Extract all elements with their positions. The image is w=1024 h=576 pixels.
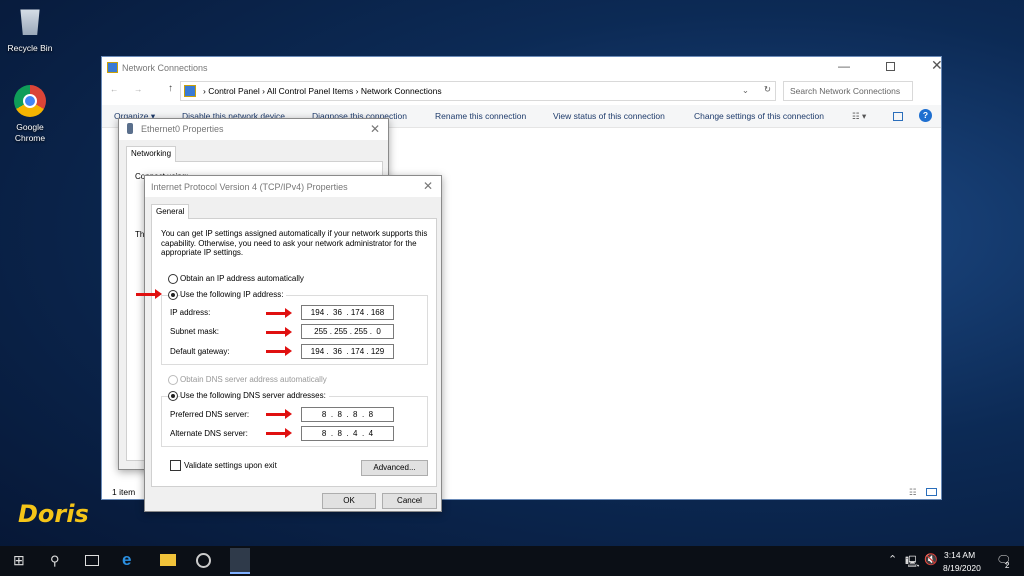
alternate-dns-field[interactable]: 8 . 8 . 4 . 4	[301, 426, 394, 441]
obtain-dns-radio	[168, 375, 178, 385]
performance-icon[interactable]	[196, 553, 211, 568]
task-view-icon[interactable]	[85, 555, 99, 566]
tab-networking[interactable]: Networking	[126, 146, 177, 162]
up-button[interactable]: ↑	[168, 83, 173, 94]
clock-date[interactable]: 8/19/2020	[943, 563, 981, 573]
preferred-dns-field[interactable]: 8 . 8 . 8 . 8	[301, 407, 394, 422]
red-arrow-icon	[136, 289, 162, 299]
ipv4-dialog-title: Internet Protocol Version 4 (TCP/IPv4) P…	[151, 182, 348, 192]
ethernet-dialog-title: Ethernet0 Properties	[141, 124, 224, 134]
obtain-ip-label: Obtain an IP address automatically	[180, 274, 304, 283]
close-button[interactable]: ✕	[931, 57, 943, 74]
help-icon[interactable]: ?	[919, 109, 932, 122]
cancel-button[interactable]: Cancel	[382, 493, 437, 509]
ipv4-properties-dialog: Internet Protocol Version 4 (TCP/IPv4) P…	[144, 175, 442, 512]
ipv4-close-button[interactable]: ✕	[423, 179, 433, 193]
advanced-button[interactable]: Advanced...	[361, 460, 428, 476]
chrome-icon	[14, 85, 46, 117]
recycle-bin-icon	[20, 9, 40, 35]
view-options-icon[interactable]: ☷ ▾	[852, 111, 866, 122]
status-bar-text: 1 item	[112, 487, 136, 497]
subnet-mask-field[interactable]: 255 . 255 . 255 . 0	[301, 324, 394, 339]
minimize-button[interactable]: —	[838, 59, 850, 73]
doris-logo: Doris	[18, 500, 89, 528]
ethernet-close-button[interactable]: ✕	[370, 122, 380, 136]
volume-muted-icon[interactable]: 🔇	[924, 553, 938, 566]
chrome-label: Google Chrome	[14, 122, 46, 143]
use-dns-label: Use the following DNS server addresses:	[180, 391, 329, 400]
validate-label: Validate settings upon exit	[184, 461, 277, 470]
red-arrow-icon	[266, 308, 292, 318]
red-arrow-icon	[266, 409, 292, 419]
forward-button[interactable]: →	[134, 84, 143, 94]
obtain-dns-label: Obtain DNS server address automatically	[180, 375, 327, 384]
tab-general[interactable]: General	[151, 204, 190, 219]
file-explorer-icon[interactable]	[160, 554, 176, 566]
network-tray-icon[interactable]: 🖳	[905, 553, 920, 572]
notification-count: 2	[1005, 561, 1010, 570]
use-ip-label: Use the following IP address:	[180, 290, 287, 299]
recycle-bin-label: Recycle Bin	[7, 43, 53, 53]
breadcrumb-control-panel[interactable]: Control Panel	[208, 86, 260, 96]
this-connection-label: Th	[135, 230, 145, 239]
network-icon	[107, 62, 118, 73]
refresh-button[interactable]: ↻	[764, 84, 771, 95]
alternate-dns-label: Alternate DNS server:	[170, 429, 248, 438]
window-title: Network Connections	[122, 63, 208, 73]
search-input[interactable]: Search Network Connections	[783, 81, 913, 101]
use-dns-radio[interactable]	[168, 391, 178, 401]
preferred-dns-label: Preferred DNS server:	[170, 410, 250, 419]
back-button[interactable]: ←	[110, 84, 119, 94]
obtain-ip-radio[interactable]	[168, 274, 178, 284]
chrome-shortcut[interactable]: Google Chrome	[0, 85, 60, 144]
address-bar[interactable]: › Control Panel › All Control Panel Item…	[180, 81, 776, 101]
dropdown-icon[interactable]: ⌄	[742, 85, 749, 96]
gateway-label: Default gateway:	[170, 347, 230, 356]
ethernet-icon	[127, 123, 133, 134]
subnet-mask-label: Subnet mask:	[170, 327, 219, 336]
gateway-field[interactable]: 194 . 36 . 174 . 129	[301, 344, 394, 359]
start-button[interactable]: ⊞	[13, 552, 25, 569]
use-ip-radio[interactable]	[168, 290, 178, 300]
taskbar: ⊞ ⚲ e ⌃ 🖳 🔇 3:14 AM 8/19/2020 🗨 2	[0, 546, 1024, 576]
ip-address-field[interactable]: 194 . 36 . 174 . 168	[301, 305, 394, 320]
breadcrumb-all-items[interactable]: All Control Panel Items	[267, 86, 353, 96]
details-view-icon[interactable]: ☷	[909, 487, 917, 498]
validate-checkbox[interactable]	[170, 460, 181, 471]
recycle-bin[interactable]: Recycle Bin	[0, 5, 60, 53]
tiles-view-icon[interactable]	[926, 488, 937, 496]
rename-button[interactable]: Rename this connection	[435, 111, 526, 121]
clock-time[interactable]: 3:14 AM	[944, 550, 975, 560]
show-hidden-icons[interactable]: ⌃	[888, 553, 897, 566]
red-arrow-icon	[266, 346, 292, 356]
ip-address-label: IP address:	[170, 308, 211, 317]
red-arrow-icon	[266, 428, 292, 438]
view-status-button[interactable]: View status of this connection	[553, 111, 665, 121]
description-text: You can get IP settings assigned automat…	[161, 229, 428, 257]
control-panel-icon	[184, 85, 196, 97]
ok-button[interactable]: OK	[322, 493, 376, 509]
network-connections-task-icon[interactable]	[230, 548, 250, 574]
maximize-button[interactable]	[886, 62, 895, 71]
edge-icon[interactable]: e	[122, 550, 131, 570]
change-settings-button[interactable]: Change settings of this connection	[694, 111, 824, 121]
red-arrow-icon	[266, 327, 292, 337]
preview-pane-icon[interactable]	[893, 112, 903, 121]
search-icon[interactable]: ⚲	[50, 553, 60, 569]
breadcrumb-network-connections[interactable]: Network Connections	[361, 86, 442, 96]
